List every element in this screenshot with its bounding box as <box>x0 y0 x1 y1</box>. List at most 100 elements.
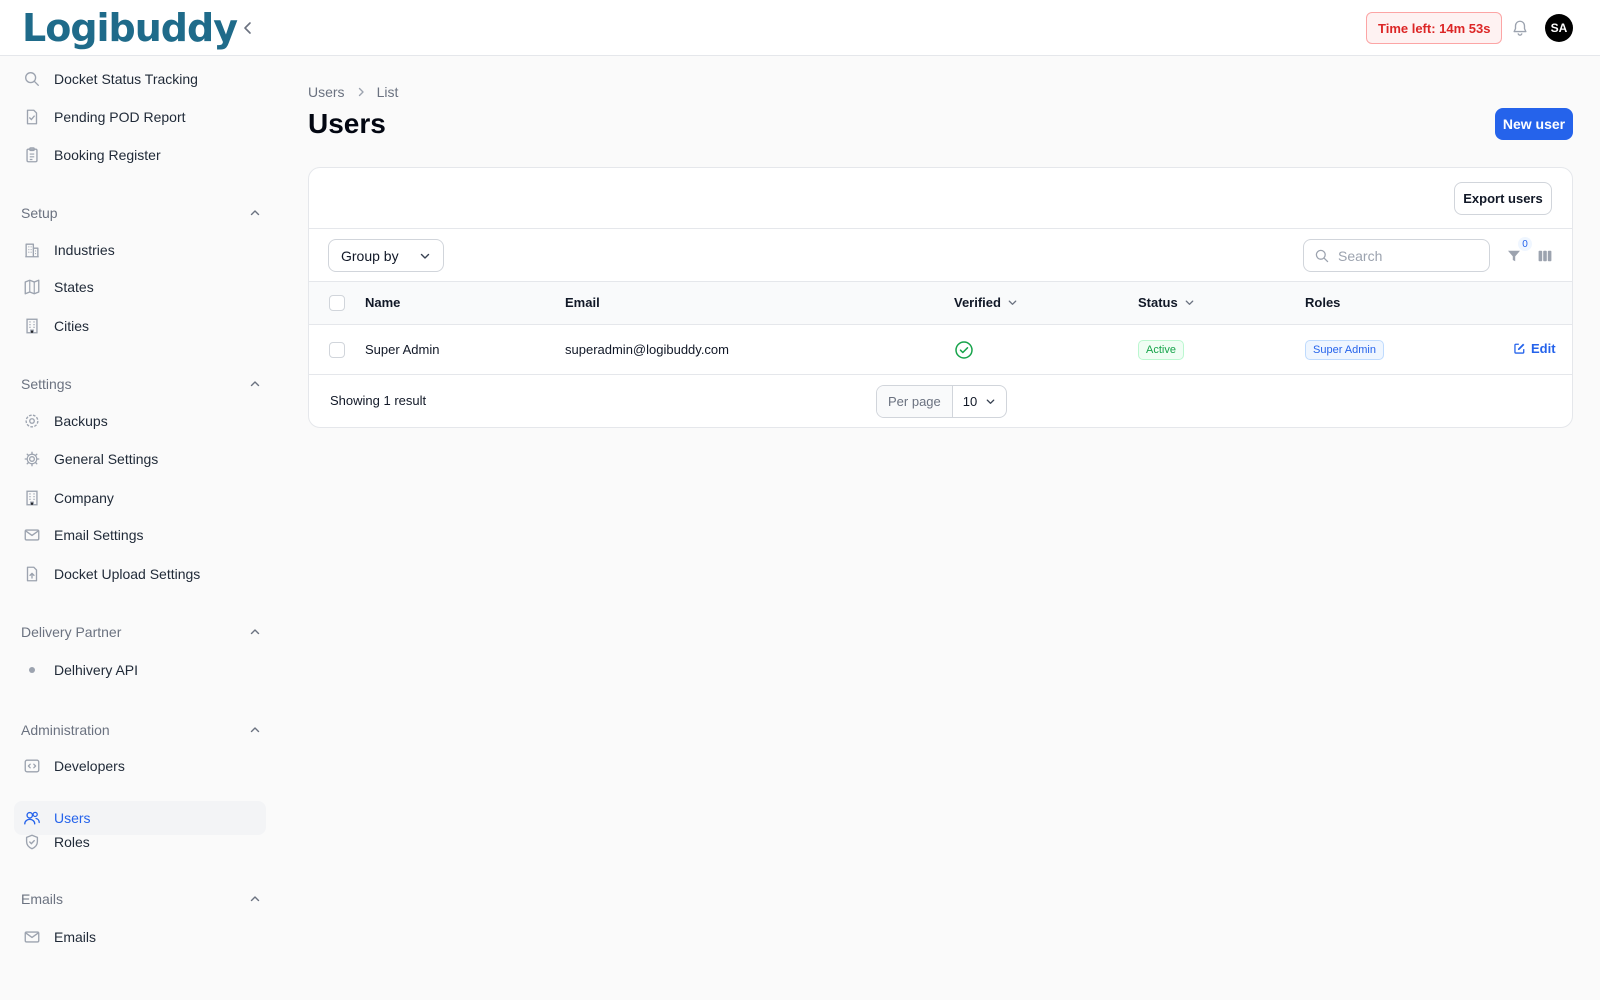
sidebar-item-label: Email Settings <box>54 527 144 543</box>
group-header-emails[interactable]: Emails <box>21 889 261 909</box>
card-header: Export users <box>309 168 1572 229</box>
sidebar-item-label: General Settings <box>54 451 159 467</box>
sidebar-item-email-settings[interactable]: Email Settings <box>14 518 266 552</box>
sidebar-item-label: Delhivery API <box>54 662 139 678</box>
chevron-left-icon <box>244 22 251 34</box>
sidebar-item-docket-status-tracking[interactable]: Docket Status Tracking <box>14 62 266 96</box>
user-email: superadmin@logibuddy.com <box>565 342 729 357</box>
sidebar-item-industries[interactable]: Industries <box>14 233 266 267</box>
code-icon <box>22 756 42 776</box>
group-label: Settings <box>21 376 72 392</box>
sidebar-item-emails[interactable]: Emails <box>14 920 266 954</box>
table-footer: Showing 1 result Per page 10 <box>309 375 1572 427</box>
column-header-verified[interactable]: Verified <box>954 295 1018 310</box>
session-timer: Time left: 14m 53s <box>1366 12 1503 44</box>
group-label: Setup <box>21 205 58 221</box>
sidebar-item-backups[interactable]: Backups <box>14 404 266 438</box>
avatar[interactable]: SA <box>1545 14 1573 42</box>
sidebar-item-booking-register[interactable]: Booking Register <box>14 138 266 172</box>
group-by-label: Group by <box>341 247 399 264</box>
chevron-up-icon <box>250 210 260 216</box>
chevron-right-icon <box>355 86 367 98</box>
table-toolbar: Group by 0 <box>309 229 1572 282</box>
table-header: Name Email Verified Status Roles <box>309 282 1572 325</box>
sidebar-item-label: Emails <box>54 929 97 945</box>
chevron-down-icon <box>986 399 995 404</box>
document-upload-icon <box>22 564 42 584</box>
sidebar-item-label: Docket Status Tracking <box>54 71 198 87</box>
results-count: Showing 1 result <box>330 393 427 408</box>
sidebar-item-states[interactable]: States <box>14 270 266 304</box>
chevron-up-icon <box>250 896 260 902</box>
top-bar: Logibuddy Time left: 14m 53s SA <box>0 0 1600 56</box>
search-icon <box>22 69 42 89</box>
sidebar-item-label: Booking Register <box>54 147 161 163</box>
office-building-icon <box>22 316 42 336</box>
sidebar-item-company[interactable]: Company <box>14 481 266 515</box>
edit-user-link[interactable]: Edit <box>1513 341 1556 356</box>
building-icon <box>22 240 42 260</box>
sidebar-item-cities[interactable]: Cities <box>14 309 266 343</box>
role-badge: Super Admin <box>1305 340 1384 360</box>
sidebar-item-delhivery-api[interactable]: Delhivery API <box>14 653 266 687</box>
sidebar-item-roles[interactable]: Roles <box>14 825 266 859</box>
breadcrumb-current: List <box>376 84 399 100</box>
verified-check-icon <box>954 340 974 363</box>
columns-toggle-button[interactable] <box>1534 245 1556 267</box>
sidebar-item-label: Pending POD Report <box>54 109 186 125</box>
breadcrumb: Users List <box>308 84 398 100</box>
export-users-button[interactable]: Export users <box>1454 182 1552 215</box>
per-page-label: Per page <box>877 386 953 417</box>
row-checkbox[interactable] <box>329 342 345 358</box>
group-header-delivery-partner[interactable]: Delivery Partner <box>21 622 261 642</box>
sidebar-item-label: Developers <box>54 758 125 774</box>
new-user-button[interactable]: New user <box>1495 108 1573 140</box>
chevron-down-icon <box>1184 297 1195 308</box>
sidebar-item-docket-upload-settings[interactable]: Docket Upload Settings <box>14 557 266 591</box>
group-header-setup[interactable]: Setup <box>21 203 261 223</box>
pencil-square-icon <box>1514 343 1525 354</box>
column-header-status[interactable]: Status <box>1138 295 1195 310</box>
search-input[interactable] <box>1338 247 1478 264</box>
search-icon <box>1315 249 1329 262</box>
table-row[interactable]: Super Admin superadmin@logibuddy.com Act… <box>309 325 1572 375</box>
document-check-icon <box>22 107 42 127</box>
sidebar-item-pending-pod-report[interactable]: Pending POD Report <box>14 100 266 134</box>
search-box <box>1303 239 1490 272</box>
filter-icon <box>1508 250 1520 262</box>
sidebar-item-general-settings[interactable]: General Settings <box>14 442 266 476</box>
shield-check-icon <box>22 832 42 852</box>
envelope-icon <box>22 927 42 947</box>
column-header-email: Email <box>565 295 600 310</box>
column-header-name: Name <box>365 295 401 310</box>
group-label: Administration <box>21 722 110 738</box>
status-badge: Active <box>1138 340 1184 360</box>
chevron-up-icon <box>250 727 260 733</box>
sidebar-collapse-button[interactable] <box>236 16 260 40</box>
group-header-settings[interactable]: Settings <box>21 374 261 394</box>
edit-label: Edit <box>1531 341 1556 356</box>
sidebar-item-developers[interactable]: Developers <box>14 749 266 783</box>
per-page-value: 10 <box>962 394 978 409</box>
users-table-card: Export users Group by 0 Name Email Verif… <box>308 167 1573 428</box>
group-header-administration[interactable]: Administration <box>21 720 261 740</box>
chevron-up-icon <box>250 629 260 635</box>
column-header-roles: Roles <box>1305 295 1341 310</box>
notifications-button[interactable] <box>1508 16 1532 40</box>
sidebar-item-label: Docket Upload Settings <box>54 566 201 582</box>
sidebar-item-label: Roles <box>54 834 90 850</box>
breadcrumb-users-link[interactable]: Users <box>308 84 345 100</box>
logo[interactable]: Logibuddy <box>22 6 238 50</box>
page-title: Users <box>308 108 386 139</box>
sidebar: Docket Status Tracking Pending POD Repor… <box>0 57 280 1000</box>
group-label: Delivery Partner <box>21 624 122 640</box>
group-by-select[interactable]: Group by <box>328 239 444 272</box>
user-name: Super Admin <box>365 342 440 357</box>
group-label: Emails <box>21 891 64 907</box>
select-all-checkbox[interactable] <box>329 295 345 311</box>
sidebar-item-label: States <box>54 279 94 295</box>
per-page-select[interactable]: 10 <box>953 386 1006 417</box>
office-building-icon <box>22 488 42 508</box>
chevron-down-icon <box>420 253 430 259</box>
bell-icon <box>1513 20 1527 36</box>
